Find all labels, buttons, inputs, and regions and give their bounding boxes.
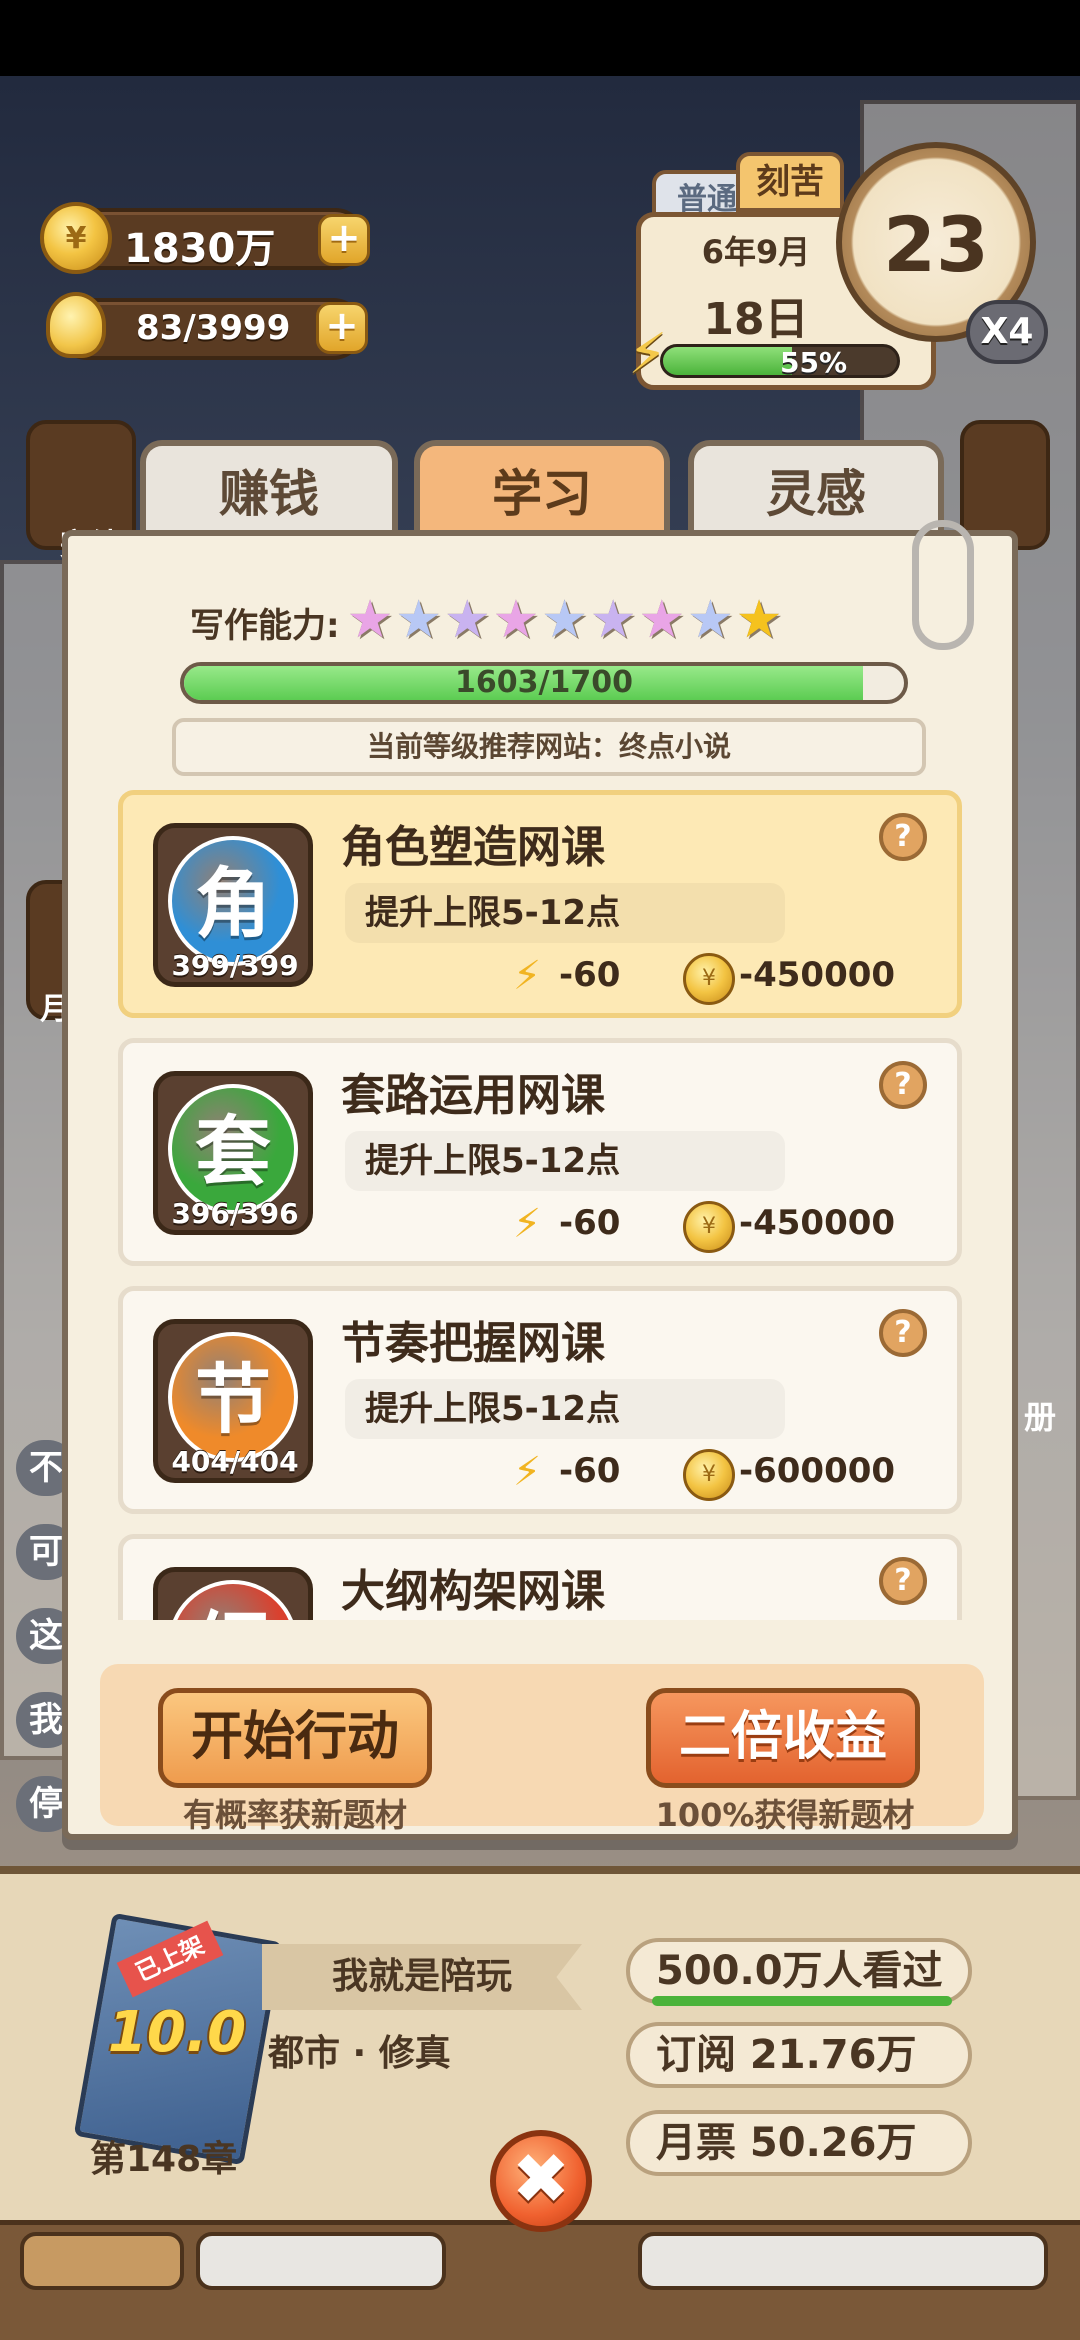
energy-cost: -60 (559, 1451, 621, 1491)
side-list-char: 这 (29, 1616, 63, 1656)
coin-cost: -600000 (739, 1451, 896, 1491)
monthly-ticket-stat: 月票 50.26万 (626, 2110, 972, 2176)
course-icon: 角 399/399 (153, 823, 313, 987)
help-icon[interactable]: ? (879, 813, 927, 861)
course-count: 396/396 (171, 1197, 299, 1230)
side-list-char: 我 (29, 1700, 63, 1740)
paperclip-icon (912, 520, 974, 650)
lightbulb-icon (46, 292, 106, 358)
ability-stars: ★★★★★★★★★ (345, 594, 783, 646)
course-description: 提升上限5-12点 (345, 1131, 785, 1191)
mode-tab-hard[interactable]: 刻苦 (736, 152, 844, 212)
start-action-button[interactable]: 开始行动 (158, 1688, 432, 1788)
nav-slot-2[interactable] (196, 2232, 446, 2290)
course-count: 399/399 (171, 949, 299, 982)
start-action-hint: 有概率获新题材 (182, 1796, 407, 1834)
energy-bar-fill (663, 347, 792, 375)
course-icon-char: 节 (195, 1355, 271, 1444)
rainbow-star-icon: ★ (541, 590, 588, 650)
book-score: 10.0 (107, 2000, 247, 2065)
rainbow-star-icon: ★ (443, 590, 491, 650)
day: 18日 (703, 294, 809, 345)
course-title: 角色塑造网课 (341, 822, 605, 873)
energy-cost-icon: ⚡ (513, 953, 542, 999)
views-stat: 500.0万人看过 (626, 1938, 972, 2004)
course-title: 大纲构架网课 (341, 1566, 605, 1617)
rainbow-star-icon: ★ (346, 590, 394, 650)
side-list-char: 停 (29, 1784, 63, 1824)
nav-slot-1[interactable] (20, 2232, 184, 2290)
energy-cost: -60 (559, 955, 621, 995)
energy-cost-icon: ⚡ (513, 1201, 542, 1247)
energy-cost-icon: ⚡ (513, 1449, 542, 1495)
gold-star-icon: ★ (735, 590, 783, 650)
course-icon-char: 纲 (195, 1603, 271, 1620)
course-icon: 套 396/396 (153, 1071, 313, 1235)
speed-multiplier-button[interactable]: X4 (966, 300, 1048, 364)
help-icon[interactable]: ? (879, 1309, 927, 1357)
idea-amount: 83/3999 (136, 308, 291, 348)
course-title: 节奏把握网课 (341, 1318, 605, 1369)
add-ideas-button[interactable]: + (316, 302, 368, 354)
course-icon-char: 角 (195, 859, 271, 948)
help-icon[interactable]: ? (879, 1557, 927, 1605)
register-label: 册 (1024, 1398, 1057, 1436)
background-building-left (0, 560, 70, 1760)
course-icon-circle: 套 (168, 1084, 298, 1214)
energy-percent: 55% (780, 346, 848, 379)
course-icon-char: 套 (195, 1107, 271, 1196)
rainbow-star-icon: ★ (492, 590, 540, 650)
close-button[interactable]: ✖ (490, 2130, 592, 2232)
course-icon: 节 404/404 (153, 1319, 313, 1483)
course-title: 套路运用网课 (341, 1070, 605, 1121)
coin-icon: ¥ (40, 202, 112, 274)
course-icon: 纲 (153, 1567, 313, 1620)
coin-cost-icon: ¥ (683, 1201, 735, 1253)
coin-cost: -450000 (739, 1203, 896, 1243)
double-reward-button[interactable]: 二倍收益 (646, 1688, 920, 1788)
rainbow-star-icon: ★ (395, 590, 442, 650)
rainbow-star-icon: ★ (589, 590, 637, 650)
clock-value: 23 (883, 200, 989, 289)
course-count: 404/404 (171, 1445, 299, 1478)
ability-progress-text: 1603/1700 (455, 665, 633, 700)
coin-cost-icon: ¥ (683, 1449, 735, 1501)
course-icon-circle: 节 (168, 1332, 298, 1462)
nav-slot-3[interactable] (638, 2232, 1048, 2290)
add-coins-button[interactable]: + (318, 214, 370, 266)
coin-amount: 1830万 (124, 226, 276, 272)
book-genre: 都市 · 修真 (268, 2033, 451, 2074)
energy-cost: -60 (559, 1203, 621, 1243)
side-list-char: 不 (29, 1448, 63, 1488)
book-chapter: 第148章 (90, 2139, 238, 2180)
coin-cost: -450000 (739, 955, 896, 995)
action-area: 开始行动 有概率获新题材 二倍收益 100%获得新题材 (100, 1664, 984, 1834)
course-card[interactable]: 角 399/399 角色塑造网课? 提升上限5-12点 ⚡ -60 ¥ -450000 (118, 790, 962, 1018)
views-bar (652, 1996, 952, 2006)
side-list-char: 可 (29, 1532, 63, 1572)
coin-cost-icon: ¥ (683, 953, 735, 1005)
course-description: 提升上限5-12点 (345, 1379, 785, 1439)
course-description: 提升上限5-12点 (345, 883, 785, 943)
course-icon-circle: 角 (168, 836, 298, 966)
subscribe-stat: 订阅 21.76万 (626, 2022, 972, 2088)
status-bar (0, 0, 1080, 76)
writing-ability-row: 写作能力: ★★★★★★★★★ (190, 594, 782, 647)
book-title: 我就是陪玩 (262, 1944, 582, 2010)
recommended-site: 当前等级推荐网站：终点小说 (172, 718, 926, 776)
course-card[interactable]: 纲 大纲构架网课? (118, 1534, 962, 1620)
rainbow-star-icon: ★ (638, 590, 686, 650)
rainbow-star-icon: ★ (687, 590, 734, 650)
double-reward-hint: 100%获得新题材 (655, 1796, 915, 1834)
course-list: 角 399/399 角色塑造网课? 提升上限5-12点 ⚡ -60 ¥ -450000 套 396… (118, 790, 962, 1620)
course-card[interactable]: 套 396/396 套路运用网课? 提升上限5-12点 ⚡ -60 ¥ -450000 (118, 1038, 962, 1266)
help-icon[interactable]: ? (879, 1061, 927, 1109)
writing-ability-label: 写作能力: (190, 606, 340, 646)
course-icon-circle: 纲 (168, 1580, 298, 1620)
course-card[interactable]: 节 404/404 节奏把握网课? 提升上限5-12点 ⚡ -60 ¥ -600000 (118, 1286, 962, 1514)
